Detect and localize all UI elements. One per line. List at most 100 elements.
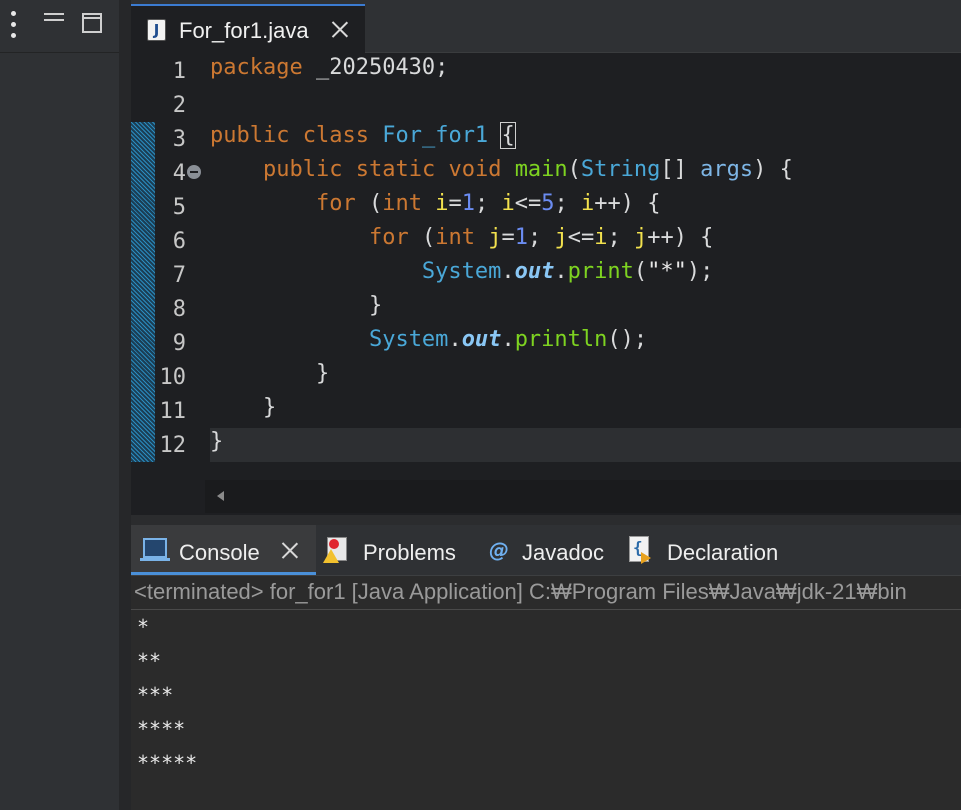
tab-declaration[interactable]: Declaration bbox=[667, 540, 778, 566]
code-token: i bbox=[580, 191, 595, 216]
code-token: . bbox=[554, 259, 568, 284]
collapse-icon[interactable] bbox=[187, 165, 201, 179]
code-token: 1 bbox=[514, 225, 528, 250]
code-token: public bbox=[262, 157, 343, 182]
code-line[interactable]: System.out.print("*"); bbox=[210, 259, 713, 293]
code-line[interactable]: } bbox=[210, 429, 223, 463]
code-token: } bbox=[210, 293, 383, 318]
sash[interactable] bbox=[131, 515, 961, 525]
change-marker-bar bbox=[131, 122, 155, 462]
problems-icon[interactable] bbox=[323, 537, 351, 563]
console-output-line: *** bbox=[137, 683, 174, 707]
code-token: j bbox=[633, 225, 648, 250]
code-token: "*" bbox=[647, 259, 687, 284]
code-token: class bbox=[302, 123, 369, 148]
code-token: out bbox=[514, 259, 555, 284]
tab-console[interactable]: Console bbox=[131, 525, 316, 575]
code-token: for bbox=[368, 225, 409, 250]
code-token: int bbox=[382, 191, 422, 216]
code-token: out bbox=[461, 327, 502, 352]
code-token: package bbox=[210, 55, 303, 80]
code-token: } bbox=[210, 429, 224, 454]
left-view-panel bbox=[0, 0, 119, 810]
code-token: println bbox=[514, 327, 608, 352]
declaration-icon[interactable]: { bbox=[629, 536, 653, 564]
code-token: For_for1 bbox=[382, 123, 489, 148]
code-line[interactable]: public static void main(String[] args) { bbox=[210, 157, 793, 191]
code-token: print bbox=[567, 259, 634, 284]
code-token: { bbox=[500, 122, 516, 149]
console-output-line: **** bbox=[137, 717, 186, 741]
code-token: static bbox=[355, 157, 436, 182]
code-line[interactable]: } bbox=[210, 395, 276, 429]
code-token: j bbox=[488, 225, 502, 250]
code-token: args bbox=[700, 157, 754, 182]
code-token: <= bbox=[514, 191, 542, 216]
code-token: (); bbox=[607, 327, 648, 352]
minimize-icon[interactable] bbox=[44, 13, 64, 21]
close-icon[interactable] bbox=[281, 542, 298, 559]
code-token: ++) { bbox=[594, 191, 661, 216]
code-line[interactable]: } bbox=[210, 293, 382, 327]
code-token: 1 bbox=[461, 191, 475, 216]
code-line[interactable]: for (int i=1; i<=5; i++) { bbox=[210, 191, 660, 225]
code-editor[interactable]: 1 2 3 4 5 6 7 8 9 10 11 12 package _20250430; public… bbox=[131, 53, 961, 515]
code-token: ( bbox=[355, 191, 383, 216]
code-token: ( bbox=[408, 225, 436, 250]
code-token: i bbox=[501, 191, 515, 216]
tab-for-for1-java[interactable]: J For_for1.java bbox=[131, 4, 365, 53]
code-token: main bbox=[514, 157, 568, 182]
code-line[interactable]: for (int j=1; j<=i; j++) { bbox=[210, 225, 713, 259]
console-status-header: <terminated> for_for1 [Java Application]… bbox=[134, 579, 907, 604]
horizontal-scrollbar[interactable] bbox=[205, 480, 961, 513]
console-output-line: * bbox=[137, 615, 150, 639]
code-token: i bbox=[594, 225, 608, 250]
vertical-dots-icon[interactable] bbox=[9, 11, 19, 41]
code-token: = bbox=[501, 225, 515, 250]
code-token: . bbox=[448, 327, 462, 352]
code-token: System bbox=[421, 259, 502, 284]
code-line[interactable]: System.out.println(); bbox=[210, 327, 647, 361]
code-token: void bbox=[448, 157, 502, 182]
close-icon[interactable] bbox=[331, 21, 348, 38]
scroll-left-icon[interactable] bbox=[217, 491, 224, 501]
console-divider bbox=[131, 609, 961, 610]
code-token: public bbox=[210, 123, 290, 148]
code-token: ; bbox=[607, 225, 634, 250]
code-token: _20250430; bbox=[302, 55, 449, 80]
code-token: ); bbox=[686, 259, 714, 284]
code-token: ) { bbox=[753, 157, 793, 182]
tab-javadoc[interactable]: Javadoc bbox=[522, 540, 604, 566]
tab-label: Console bbox=[179, 540, 260, 565]
code-token: ( bbox=[633, 259, 648, 284]
code-token: ++) { bbox=[647, 225, 714, 250]
console-output-line: ** bbox=[137, 649, 162, 673]
javadoc-icon[interactable]: @ bbox=[489, 538, 509, 562]
code-token: . bbox=[501, 259, 515, 284]
code-token: <= bbox=[567, 225, 595, 250]
tab-problems[interactable]: Problems bbox=[363, 540, 456, 566]
code-token: 5 bbox=[541, 191, 555, 216]
code-line[interactable]: package _20250430; bbox=[210, 55, 448, 89]
code-line[interactable]: public class For_for1 { bbox=[210, 122, 516, 157]
console-output-area[interactable]: <terminated> for_for1 [Java Application]… bbox=[131, 576, 961, 810]
panel-divider[interactable] bbox=[119, 0, 131, 810]
maximize-icon[interactable] bbox=[82, 13, 102, 33]
code-line[interactable]: } bbox=[210, 361, 329, 395]
editor-tab-label: For_for1.java bbox=[179, 18, 309, 43]
line-number: 2 bbox=[172, 93, 186, 118]
code-token: } bbox=[210, 361, 330, 386]
code-token: = bbox=[448, 191, 462, 216]
